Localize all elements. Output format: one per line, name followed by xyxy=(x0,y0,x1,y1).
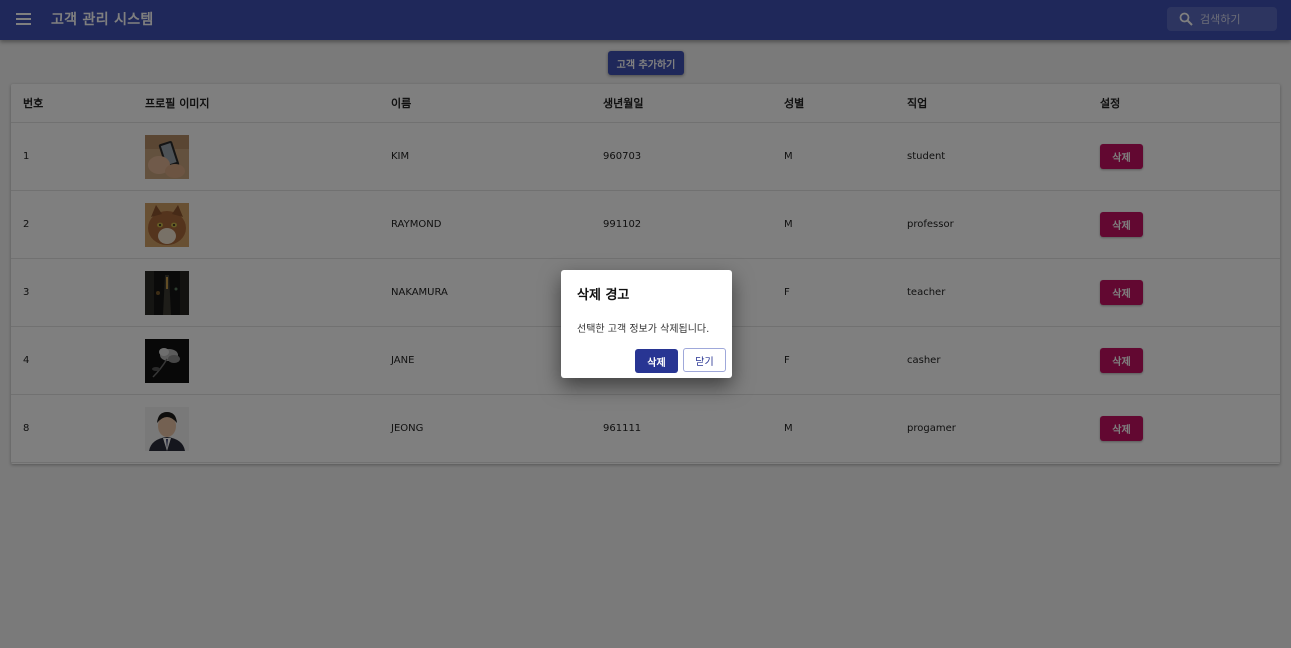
dialog-message: 선택한 고객 정보가 삭제됩니다. xyxy=(577,324,710,335)
dialog-title: 삭제 경고 xyxy=(577,288,630,303)
confirm-delete-button[interactable]: 삭제 xyxy=(635,349,678,373)
close-dialog-button[interactable]: 닫기 xyxy=(683,348,726,372)
delete-confirm-dialog: 삭제 경고 선택한 고객 정보가 삭제됩니다. 삭제 닫기 xyxy=(561,270,732,378)
